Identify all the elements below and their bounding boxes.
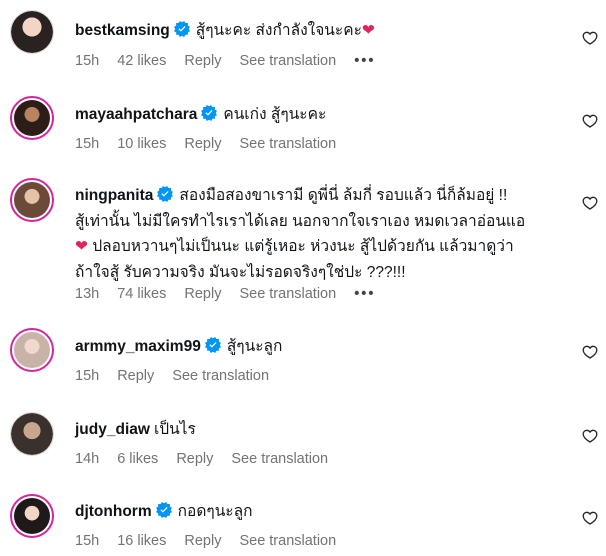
comment-text-line: สู้เท่านั้น ไม่มีใครทำไรเราได้เลย นอกจาก… (75, 212, 526, 230)
comment-text-line: ปลอบหวานๆไม่เป็นนะ แต่รู้เหอะ ห่วงนะ สู้… (92, 238, 514, 255)
likes-count[interactable]: 16 likes (117, 533, 166, 549)
avatar[interactable] (10, 412, 54, 456)
verified-badge-icon (201, 105, 217, 121)
comment-text: สู้ๆนะลูก (226, 338, 283, 355)
comment-text-block: armmy_maxim99 สู้ๆนะลูก (75, 334, 566, 359)
heart-outline-icon[interactable] (582, 510, 598, 526)
timestamp[interactable]: 15h (75, 368, 99, 384)
reply-button[interactable]: Reply (184, 136, 221, 152)
likes-count[interactable]: 42 likes (117, 53, 166, 69)
heart-outline-icon[interactable] (582, 344, 598, 360)
see-translation-button[interactable]: See translation (231, 451, 328, 467)
username[interactable]: bestkamsing (75, 22, 170, 39)
timestamp[interactable]: 14h (75, 451, 99, 467)
verified-badge-icon (156, 502, 172, 518)
avatar-image (14, 332, 50, 368)
avatar-image (14, 498, 50, 534)
heart-outline-icon[interactable] (582, 195, 598, 211)
likes-count[interactable]: 10 likes (117, 136, 166, 152)
username[interactable]: armmy_maxim99 (75, 338, 201, 355)
timestamp[interactable]: 15h (75, 136, 99, 152)
heart-outline-icon[interactable] (582, 428, 598, 444)
comment-text-line: สองมือสองขาเรามี ดูพี่นี่ ล้มกี่ รอบแล้ว… (179, 187, 508, 204)
see-translation-button[interactable]: See translation (172, 368, 269, 384)
username[interactable]: mayaahpatchara (75, 106, 197, 123)
comment-text: คนเก่ง สู้ๆนะคะ (223, 106, 327, 123)
verified-badge-icon (174, 21, 190, 37)
see-translation-button[interactable]: See translation (239, 136, 336, 152)
comment-text-block: ningpanita สองมือสองขาเรามี ดูพี่นี่ ล้มก… (75, 183, 566, 285)
avatar-image (11, 413, 53, 455)
comment-text: เป็นไร (153, 421, 196, 438)
comment-text: สู้ๆนะคะ ส่งกำลังใจนะคะ (195, 22, 362, 39)
red-heart-emoji: ❤ (361, 22, 375, 39)
comment-meta: 15h Reply See translation (75, 368, 287, 384)
comment-text-line: ถ้าใจสู้ รับความจริง มันจะไม่รอดจริงๆใช่… (75, 263, 406, 281)
verified-badge-icon (205, 337, 221, 353)
reply-button[interactable]: Reply (184, 533, 221, 549)
comment-meta: 15h 16 likes Reply See translation (75, 533, 354, 549)
heart-outline-icon[interactable] (582, 30, 598, 46)
comment-meta: 15h 42 likes Reply See translation ••• (75, 53, 393, 69)
comment-text-block: mayaahpatchara คนเก่ง สู้ๆนะคะ (75, 102, 566, 127)
comment-text: กอดๆนะลูก (177, 503, 253, 520)
username[interactable]: ningpanita (75, 187, 153, 204)
reply-button[interactable]: Reply (176, 451, 213, 467)
avatar[interactable] (10, 178, 54, 222)
comment-meta: 13h 74 likes Reply See translation ••• (75, 286, 393, 302)
comment-meta: 14h 6 likes Reply See translation (75, 451, 346, 467)
comment-text-block: bestkamsing สู้ๆนะคะ ส่งกำลังใจนะคะ❤ (75, 18, 566, 43)
more-options-icon[interactable]: ••• (354, 286, 375, 302)
likes-count[interactable]: 6 likes (117, 451, 158, 467)
reply-button[interactable]: Reply (184, 286, 221, 302)
heart-outline-icon[interactable] (582, 113, 598, 129)
avatar-image (14, 100, 50, 136)
avatar[interactable] (10, 96, 54, 140)
username[interactable]: judy_diaw (75, 421, 150, 438)
avatar[interactable] (10, 494, 54, 538)
comment-text-block: djtonhorm กอดๆนะลูก (75, 499, 566, 524)
avatar[interactable] (10, 328, 54, 372)
more-options-icon[interactable]: ••• (354, 53, 375, 69)
likes-count[interactable]: 74 likes (117, 286, 166, 302)
see-translation-button[interactable]: See translation (239, 533, 336, 549)
see-translation-button[interactable]: See translation (239, 53, 336, 69)
timestamp[interactable]: 15h (75, 533, 99, 549)
avatar[interactable] (10, 10, 54, 54)
reply-button[interactable]: Reply (184, 53, 221, 69)
timestamp[interactable]: 13h (75, 286, 99, 302)
verified-badge-icon (157, 186, 173, 202)
comment-meta: 15h 10 likes Reply See translation (75, 136, 354, 152)
username[interactable]: djtonhorm (75, 503, 152, 520)
see-translation-button[interactable]: See translation (239, 286, 336, 302)
red-heart-emoji: ❤ (75, 238, 88, 255)
avatar-image (14, 182, 50, 218)
reply-button[interactable]: Reply (117, 368, 154, 384)
comment-text-block: judy_diaw เป็นไร (75, 417, 566, 442)
timestamp[interactable]: 15h (75, 53, 99, 69)
avatar-image (11, 11, 53, 53)
